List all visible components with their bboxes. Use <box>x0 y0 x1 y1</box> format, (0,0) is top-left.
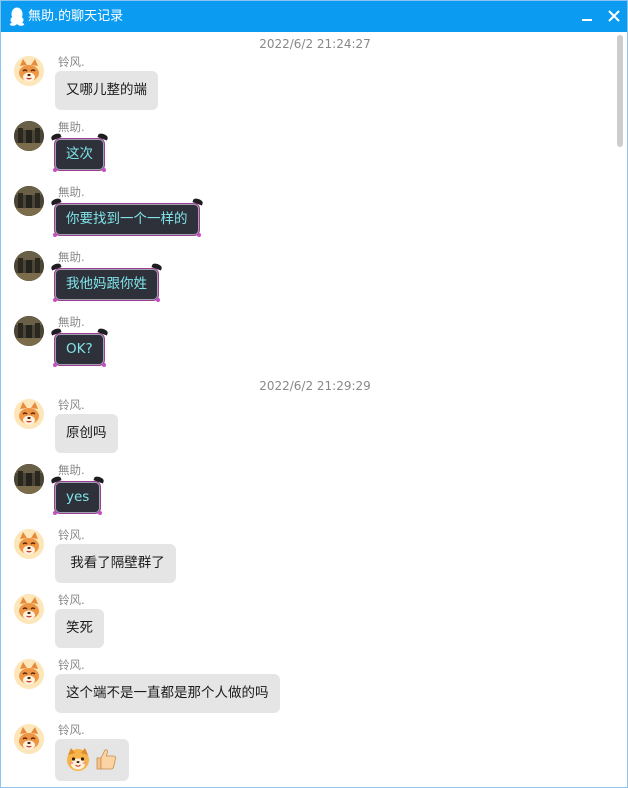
message-text: 我他妈跟你姓 <box>66 276 147 292</box>
message-text: 你要找到一个一样的 <box>66 211 188 227</box>
message-bubble[interactable]: 我他妈跟你姓 <box>50 262 163 302</box>
message-bubble[interactable]: 你要找到一个一样的 <box>50 197 204 237</box>
sender-name: 铃风. <box>58 55 85 69</box>
message-bubble[interactable]: 笑死 <box>55 609 104 648</box>
fox-avatar[interactable] <box>14 399 44 429</box>
fox-avatar[interactable] <box>14 594 44 624</box>
fox-avatar[interactable] <box>14 56 44 86</box>
message-bubble[interactable]: 原创吗 <box>55 414 118 453</box>
message-bubble[interactable]: 这次 <box>50 132 109 172</box>
window-title: 無助.的聊天记录 <box>28 9 124 24</box>
minimize-button[interactable] <box>575 5 599 27</box>
sender-name: 铃风. <box>58 658 85 672</box>
sender-name: 铃风. <box>58 723 85 737</box>
sender-name: 無助. <box>58 463 85 477</box>
message-bubble[interactable]: OK? <box>50 327 109 367</box>
dark-avatar[interactable] <box>14 121 44 151</box>
sender-name: 铃风. <box>58 528 85 542</box>
fox-avatar[interactable] <box>14 659 44 689</box>
message-list[interactable]: 2022/6/2 21:24:27 铃风. 又哪儿整的端 無助. 这次 無助. … <box>1 32 627 787</box>
sender-name: 無助. <box>58 250 85 264</box>
message-text: yes <box>66 489 90 505</box>
message-bubble[interactable]: 又哪儿整的端 <box>55 71 158 110</box>
shiba-emoji <box>67 747 89 771</box>
message-bubble[interactable]: 这个端不是一直都是那个人做的吗 <box>55 674 280 713</box>
sender-name: 無助. <box>58 120 85 134</box>
dark-avatar[interactable] <box>14 316 44 346</box>
message-text: OK? <box>66 341 93 357</box>
dark-avatar[interactable] <box>14 464 44 494</box>
message-bubble[interactable] <box>55 739 129 781</box>
message-bubble[interactable]: 我看了隔壁群了 <box>55 544 176 583</box>
sender-name: 無助. <box>58 185 85 199</box>
close-button[interactable] <box>602 5 626 27</box>
sender-name: 铃风. <box>58 593 85 607</box>
timestamp: 2022/6/2 21:24:27 <box>259 37 371 51</box>
close-icon <box>608 10 620 22</box>
message-bubble[interactable]: yes <box>50 475 105 515</box>
qq-penguin-icon <box>9 7 25 26</box>
fox-avatar[interactable] <box>14 724 44 754</box>
dark-avatar[interactable] <box>14 186 44 216</box>
sender-name: 無助. <box>58 315 85 329</box>
thumbs-up-emoji <box>96 748 116 769</box>
fox-avatar[interactable] <box>14 529 44 559</box>
message-text: 这次 <box>66 146 93 162</box>
scrollbar-thumb[interactable] <box>617 35 623 147</box>
timestamp: 2022/6/2 21:29:29 <box>259 379 371 393</box>
dark-avatar[interactable] <box>14 251 44 281</box>
title-bar[interactable]: 無助.的聊天记录 <box>1 1 627 32</box>
sender-name: 铃风. <box>58 398 85 412</box>
chat-history-window: 無助.的聊天记录 2022/6/2 21:24:27 铃风. 又哪儿整的端 無助… <box>0 0 628 788</box>
minimize-icon <box>582 19 592 21</box>
